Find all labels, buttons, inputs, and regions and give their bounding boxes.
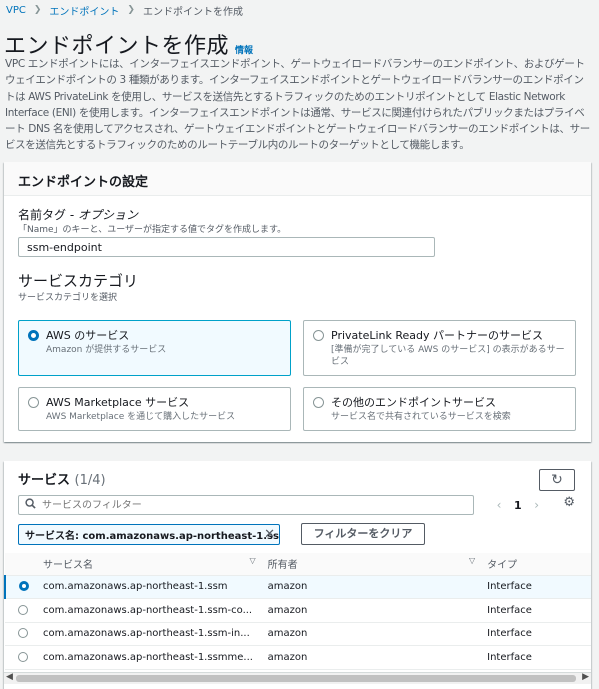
radio-button[interactable]	[313, 330, 324, 341]
refresh-button[interactable]: ↻	[539, 469, 575, 491]
owner-cell: amazon	[267, 645, 488, 670]
name-tag-label: 名前タグ - オプション	[18, 208, 138, 222]
clear-filter-button[interactable]: フィルターをクリア	[301, 523, 425, 545]
row-radio[interactable]	[18, 651, 28, 662]
select-column-header	[5, 553, 43, 576]
service-category-label: サービスカテゴリ	[18, 272, 139, 290]
scrollbar-thumb[interactable]	[16, 675, 576, 682]
search-icon	[25, 498, 36, 512]
close-icon[interactable]: ✕	[264, 527, 275, 542]
services-panel: サービス (1/4) ↻ ‹ 1 › ⚙ サービス名: com.amazonaw…	[4, 461, 591, 689]
table-row[interactable]: com.amazonaws.ap-northeast-1.ssm-co... a…	[5, 598, 591, 623]
type-cell: Interface	[487, 598, 591, 623]
tile-description: サービス名で共有されているサービスを検索	[331, 412, 511, 422]
filter-token-label: サービス名: com.amazonaws.ap-northeast-1.ssm	[25, 531, 280, 542]
name-tag-input[interactable]	[18, 237, 435, 257]
refresh-icon: ↻	[551, 472, 563, 488]
service-name-cell: com.amazonaws.ap-northeast-1.ssm-in...	[42, 622, 268, 646]
service-category-description: サービスカテゴリを選択	[18, 293, 118, 303]
column-header-type[interactable]: タイプ	[487, 553, 591, 576]
service-name-cell: com.amazonaws.ap-northeast-1.ssm-co...	[42, 598, 268, 623]
tile-title: AWS Marketplace サービス	[46, 396, 190, 409]
tile-title: PrivateLink Ready パートナーのサービス	[331, 329, 544, 342]
owner-cell: amazon	[267, 598, 488, 623]
row-radio[interactable]	[18, 604, 28, 615]
breadcrumb-current: エンドポイントを作成	[142, 6, 243, 18]
breadcrumb-vpc-link[interactable]: VPC	[6, 5, 26, 16]
tile-description: Amazon が提供するサービス	[46, 345, 167, 355]
type-cell: Interface	[487, 645, 591, 670]
type-cell: Interface	[487, 622, 591, 646]
table-row[interactable]: com.amazonaws.ap-northeast-1.ssm-in... a…	[5, 622, 591, 646]
breadcrumb-endpoints-link[interactable]: エンドポイント	[49, 3, 119, 18]
filter-token: サービス名: com.amazonaws.ap-northeast-1.ssm …	[18, 524, 280, 545]
type-cell: Interface	[487, 575, 591, 599]
horizontal-scrollbar[interactable]: ◀ ▶	[4, 672, 591, 684]
panel-header: エンドポイントの設定	[4, 162, 591, 196]
tile-marketplace[interactable]: AWS Marketplace サービス AWS Marketplace を通じ…	[18, 387, 291, 431]
tile-description: AWS Marketplace を通じて購入したサービス	[46, 412, 236, 422]
tile-title: その他のエンドポイントサービス	[331, 396, 496, 409]
service-name-cell: com.amazonaws.ap-northeast-1.ssmme...	[42, 645, 268, 670]
radio-button[interactable]	[313, 397, 324, 408]
tile-other-endpoint[interactable]: その他のエンドポイントサービス サービス名で共有されているサービスを検索	[303, 387, 576, 431]
sort-icon: ▽	[468, 556, 476, 566]
owner-cell: amazon	[267, 575, 488, 599]
scroll-right-icon[interactable]: ▶	[582, 672, 589, 682]
radio-button[interactable]	[28, 330, 39, 341]
prev-page-button[interactable]: ‹	[492, 498, 506, 512]
breadcrumb: VPC ❯ エンドポイント ❯ エンドポイントを作成	[6, 2, 243, 18]
chevron-right-icon: ❯	[33, 5, 42, 15]
tile-aws-services[interactable]: AWS のサービス Amazon が提供するサービス	[18, 320, 291, 376]
radio-button[interactable]	[28, 397, 39, 408]
owner-cell: amazon	[267, 622, 488, 646]
tile-title: AWS のサービス	[46, 329, 130, 342]
sort-icon: ▽	[249, 556, 256, 566]
page-number[interactable]: 1	[514, 499, 522, 512]
service-filter[interactable]	[18, 495, 474, 515]
next-page-button[interactable]: ›	[530, 498, 544, 512]
column-header-owner[interactable]: 所有者 ▽	[267, 553, 488, 576]
column-header-service-name[interactable]: サービス名 ▽	[42, 553, 268, 576]
gear-icon[interactable]: ⚙	[563, 495, 575, 510]
tile-privatelink-partner[interactable]: PrivateLink Ready パートナーのサービス [準備が完了している …	[303, 320, 576, 376]
services-header: サービス (1/4)	[18, 473, 106, 488]
table-row[interactable]: com.amazonaws.ap-northeast-1.ssmme... am…	[5, 645, 591, 670]
row-radio[interactable]	[19, 581, 29, 592]
table-row[interactable]: com.amazonaws.ap-northeast-1.ssm amazon …	[4, 575, 591, 599]
scroll-left-icon[interactable]: ◀	[6, 672, 13, 682]
services-table: サービス名 ▽ 所有者 ▽ タイプ com.amazonaws.ap-northea…	[4, 553, 591, 670]
endpoint-settings-panel: エンドポイントの設定 名前タグ - オプション 「Name」のキーと、ユーザーが…	[4, 162, 591, 442]
services-count: (1/4)	[74, 473, 106, 488]
info-link[interactable]: 情報	[235, 43, 253, 56]
page-description: VPC エンドポイントには、インターフェイスエンドポイント、ゲートウェイロードバ…	[5, 58, 590, 152]
chevron-right-icon: ❯	[127, 5, 135, 15]
name-tag-description: 「Name」のキーと、ユーザーが指定する値でタグを作成します。	[18, 225, 287, 235]
service-name-cell: com.amazonaws.ap-northeast-1.ssm	[42, 575, 268, 599]
row-radio[interactable]	[18, 628, 28, 639]
tile-description: [準備が完了している AWS のサービス] の表示があるサービス	[331, 345, 565, 367]
table-header-row: サービス名 ▽ 所有者 ▽ タイプ	[5, 553, 591, 576]
pagination: ‹ 1 ›	[492, 495, 544, 515]
search-input[interactable]	[42, 499, 442, 511]
